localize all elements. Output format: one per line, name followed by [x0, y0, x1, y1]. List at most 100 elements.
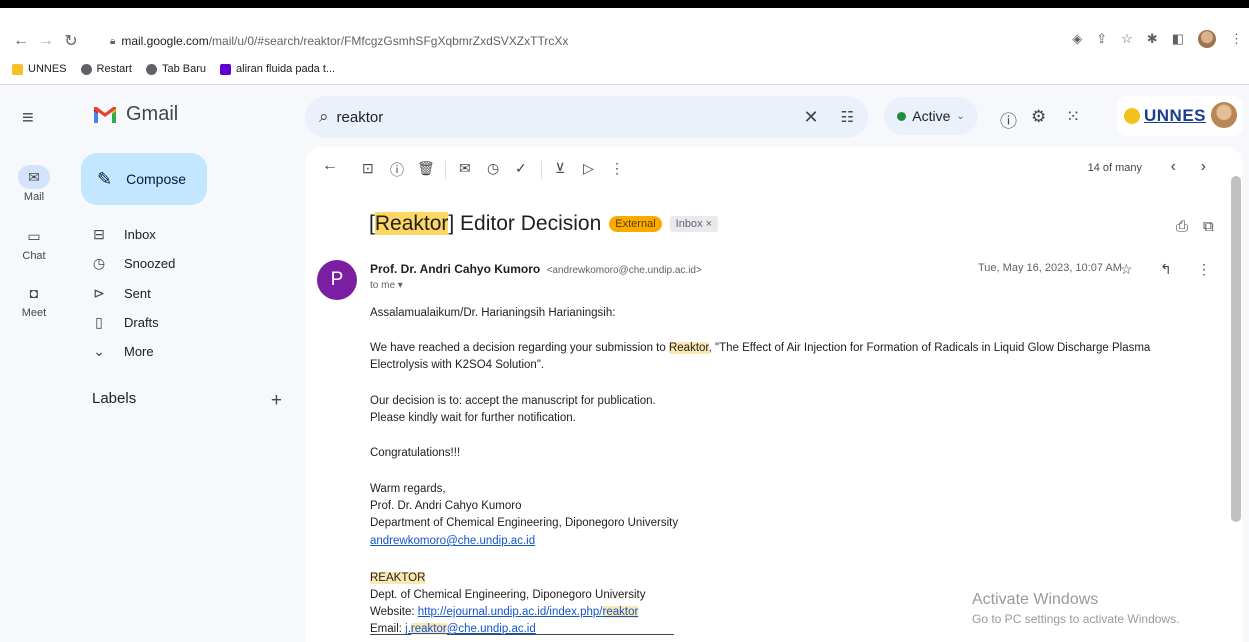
browser-menu-icon[interactable]: ⋮	[1230, 31, 1243, 47]
send-icon: ⊳	[93, 284, 105, 301]
inbox-label-chip[interactable]: Inbox ×	[669, 216, 719, 232]
star-icon[interactable]: ☆	[1120, 261, 1133, 278]
gmail-m-icon	[94, 106, 116, 123]
move-to-icon[interactable]: ⊻	[555, 160, 565, 177]
add-label-icon[interactable]: +	[271, 390, 282, 412]
p1-highlight: Reaktor	[668, 342, 709, 354]
email-highlight: reaktor	[410, 623, 447, 635]
toolbar-separator	[445, 161, 446, 179]
nav-label: More	[124, 343, 154, 359]
message-paragraph-1: We have reached a decision regarding you…	[370, 340, 1200, 374]
website-url: http://ejournal.undip.ac.id/index.php/	[417, 606, 603, 618]
bookmark-label: Tab Baru	[161, 63, 207, 75]
side-panel-icon[interactable]: ◧	[1172, 31, 1184, 47]
external-badge: External	[609, 216, 662, 232]
recipients-label: to me	[370, 280, 396, 291]
signature-dept: Department of Chemical Engineering, Dipo…	[370, 517, 679, 529]
draft-file-icon: ▯	[95, 313, 103, 330]
gmail-logo[interactable]: Gmail	[92, 103, 178, 126]
search-bar[interactable]: ⌕ reaktor ✕ ☷	[305, 96, 868, 138]
bookmark-unnes[interactable]: UNNES	[12, 63, 67, 75]
bookmark-restart[interactable]: Restart	[80, 63, 132, 75]
screen-top-edge	[0, 0, 1249, 8]
journal-email-link[interactable]: j.reaktor@che.undip.ac.id	[405, 623, 536, 635]
nav-more[interactable]: ⌄ More	[92, 338, 154, 364]
address-bar[interactable]: 🔒︎ mail.google.com /mail/u/0/#search/rea…	[110, 30, 1070, 52]
back-arrow-icon[interactable]: ←	[10, 30, 32, 52]
forward-arrow-icon[interactable]: →	[35, 30, 57, 52]
back-to-results-icon[interactable]: ←	[322, 157, 338, 175]
extensions-icon[interactable]: ✱	[1147, 31, 1158, 47]
sender-name[interactable]: Prof. Dr. Andri Cahyo Kumoro	[370, 262, 540, 276]
mark-unread-icon[interactable]: ✉	[459, 160, 471, 177]
reload-icon[interactable]: ↻	[60, 30, 82, 52]
nav-label: Inbox	[124, 226, 156, 242]
rail-chat-label: Chat	[22, 250, 46, 262]
bookmarks-bar: UNNES Restart Tab Baru aliran fluida pad…	[12, 60, 335, 78]
browser-actions: ◈ ⇪ ☆ ✱ ◧ ⋮	[1072, 30, 1243, 48]
delete-icon[interactable]: 🗑︎	[417, 160, 435, 177]
add-to-tasks-icon[interactable]: ✓	[515, 160, 527, 177]
search-input[interactable]: reaktor	[337, 109, 804, 126]
gmail-logo-text: Gmail	[126, 103, 179, 125]
open-new-window-icon[interactable]: ⧉	[1203, 218, 1214, 235]
report-spam-icon[interactable]: ⓘ	[390, 160, 404, 180]
message-view: ← ⊡ ⓘ 🗑︎ ✉ ◷ ✓ ⊻ ▷ ⋮ 14 of many ‹ › [Rea…	[305, 147, 1242, 642]
help-icon[interactable]: ⓘ	[1000, 107, 1017, 132]
url-host: mail.google.com	[121, 34, 209, 48]
reply-icon[interactable]: ↰	[1160, 261, 1172, 278]
clear-search-icon[interactable]: ✕	[803, 107, 818, 128]
compose-button[interactable]: ✎ Compose	[81, 153, 207, 205]
pencil-icon: ✎	[97, 168, 113, 189]
video-camera-icon: ◘	[29, 285, 39, 301]
account-avatar[interactable]	[1209, 100, 1239, 130]
chevron-right-icon[interactable]: ›	[1201, 158, 1206, 176]
message-date: Tue, May 16, 2023, 10:07 AM	[978, 262, 1122, 274]
p1-text: Electrolysis with K2SO4 Solution".	[370, 359, 545, 371]
print-icon[interactable]: ⎙	[1176, 218, 1188, 235]
sender-avatar[interactable]: P	[317, 260, 357, 300]
website-link[interactable]: http://ejournal.undip.ac.id/index.php/re…	[418, 606, 639, 618]
share-icon[interactable]: ⇪	[1096, 31, 1107, 47]
label-icon[interactable]: ▷	[583, 160, 594, 177]
message-toolbar: ← ⊡ ⓘ 🗑︎ ✉ ◷ ✓ ⊻ ▷ ⋮ 14 of many ‹ ›	[305, 147, 1242, 191]
labels-header: Labels +	[92, 390, 282, 412]
more-options-icon[interactable]: ⋮	[610, 160, 624, 177]
message-scrollbar[interactable]	[1231, 176, 1241, 522]
gmail-app: ≡ Gmail ⌕ reaktor ✕ ☷ Active ⌄ ⓘ ⚙ ⁙ UNN…	[0, 85, 1249, 642]
bookmark-aliran-fluida[interactable]: aliran fluida pada t...	[220, 63, 335, 75]
status-label: Active	[912, 108, 951, 124]
message-paragraph-3: Please kindly wait for further notificat…	[370, 412, 576, 424]
chevron-left-icon[interactable]: ‹	[1171, 158, 1176, 176]
lock-icon: 🔒︎	[110, 35, 116, 47]
apps-grid-icon[interactable]: ⁙	[1066, 107, 1080, 127]
nav-snoozed[interactable]: ◷ Snoozed	[92, 250, 175, 276]
rail-mail[interactable]: ✉ Mail	[0, 165, 68, 203]
rail-chat[interactable]: ▭ Chat	[0, 224, 68, 263]
rail-meet-label: Meet	[21, 307, 47, 319]
settings-gear-icon[interactable]: ⚙	[1031, 107, 1046, 127]
rail-meet[interactable]: ◘ Meet	[0, 281, 68, 319]
snooze-icon[interactable]: ◷	[487, 160, 499, 177]
nav-label: Drafts	[124, 314, 159, 330]
search-options-icon[interactable]: ☷	[841, 108, 854, 126]
unnes-emblem-icon	[1124, 108, 1140, 124]
archive-icon[interactable]: ⊡	[362, 160, 374, 177]
nav-sent[interactable]: ⊳ Sent	[92, 280, 151, 306]
subject-text: [Reaktor] Editor Decision	[369, 212, 602, 235]
message-more-icon[interactable]: ⋮	[1197, 261, 1211, 278]
browser-profile-avatar[interactable]	[1198, 30, 1216, 48]
bookmark-tab-baru[interactable]: Tab Baru	[145, 63, 207, 75]
nav-drafts[interactable]: ▯ Drafts	[92, 309, 159, 335]
message-congrats: Congratulations!!!	[370, 447, 461, 459]
signature-email-link[interactable]: andrewkomoro@che.undip.ac.id	[370, 535, 535, 547]
activate-windows-watermark: Activate Windows Go to PC settings to ac…	[972, 591, 1179, 626]
bookmark-star-icon[interactable]: ☆	[1121, 31, 1133, 47]
main-menu-icon[interactable]: ≡	[22, 107, 34, 130]
nav-inbox[interactable]: ⊟ Inbox	[92, 221, 156, 247]
search-icon[interactable]: ⌕	[319, 107, 329, 127]
status-selector[interactable]: Active ⌄	[884, 97, 978, 135]
folder-icon	[12, 63, 23, 75]
recipients-toggle[interactable]: to me ▾	[370, 280, 403, 291]
eye-icon[interactable]: ◈	[1072, 31, 1082, 47]
